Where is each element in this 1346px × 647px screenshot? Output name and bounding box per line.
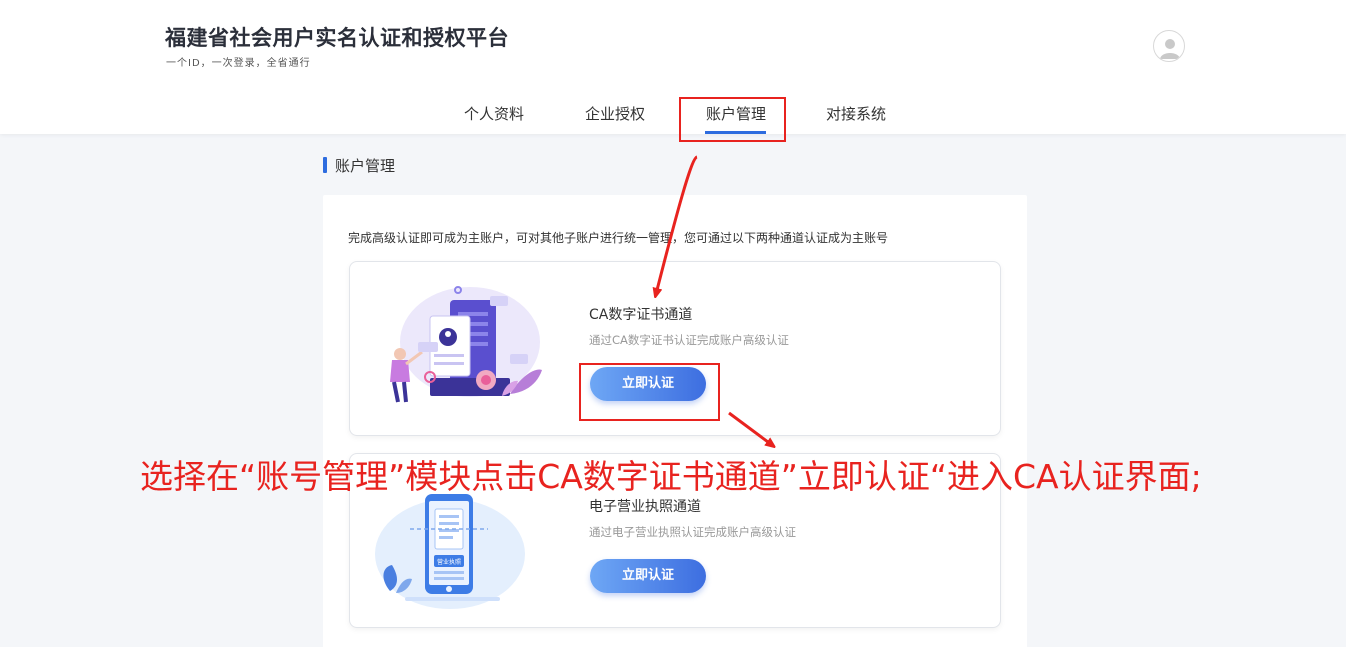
user-avatar-icon[interactable] (1153, 30, 1185, 62)
license-card-subtitle: 通过电子营业执照认证完成账户高级认证 (589, 525, 796, 539)
header: 福建省社会用户实名认证和授权平台 一个ID，一次登录，全省通行 个人资料 企业授… (0, 0, 1346, 134)
annotation-text: 选择在“账号管理”模块点击CA数字证书通道”立即认证“进入CA认证界面; (140, 457, 1202, 496)
license-verify-now-button[interactable]: 立即认证 (590, 559, 706, 593)
section-title-bar (323, 157, 327, 173)
business-license-label: 营业执照 (437, 558, 461, 566)
annotation-nav-highlight-box (679, 97, 786, 142)
account-panel: 完成高级认证即可成为主账户，可对其他子账户进行统一管理，您可通过以下两种通道认证… (323, 195, 1027, 647)
ca-card-subtitle: 通过CA数字证书认证完成账户高级认证 (589, 333, 789, 347)
annotation-button-highlight-box (579, 363, 720, 421)
nav-tab-profile[interactable]: 个人资料 (463, 96, 525, 134)
section-title: 账户管理 (335, 157, 396, 175)
nav-tab-integration[interactable]: 对接系统 (825, 96, 887, 134)
panel-description: 完成高级认证即可成为主账户，可对其他子账户进行统一管理，您可通过以下两种通道认证… (348, 231, 889, 245)
business-license-illustration: 营业执照 (370, 479, 550, 613)
nav-tab-enterprise-auth[interactable]: 企业授权 (584, 96, 646, 134)
site-title: 福建省社会用户实名认证和授权平台 (165, 26, 509, 50)
ca-card-title: CA数字证书通道 (589, 307, 693, 323)
main-nav: 个人资料 企业授权 账户管理 对接系统 (0, 96, 1346, 134)
ca-certificate-illustration (370, 282, 550, 416)
site-slogan: 一个ID，一次登录，全省通行 (166, 58, 311, 69)
license-card-title: 电子营业执照通道 (589, 499, 701, 515)
